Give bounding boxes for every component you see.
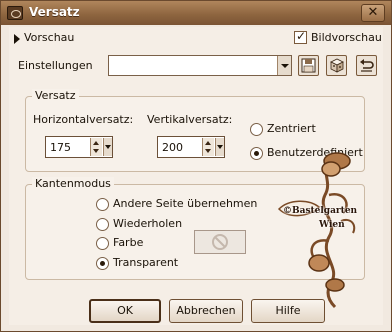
radio-wrap-other-side-label[interactable]: Andere Seite übernehmen <box>113 197 257 210</box>
offset-group-title: Versatz <box>32 89 79 102</box>
vertical-offset-label: Vertikalversatz: <box>147 113 233 126</box>
radio-transparent-label[interactable]: Transparent <box>113 256 178 269</box>
color-swatch <box>194 230 246 254</box>
radio-color[interactable] <box>96 237 109 250</box>
radio-repeat-label[interactable]: Wiederholen <box>113 217 182 230</box>
dialog-window: Versatz ✕ Vorschau Bildvorschau Einstell… <box>0 0 392 332</box>
randomize-button[interactable] <box>326 55 347 76</box>
settings-dropdown[interactable] <box>108 55 292 76</box>
window-title: Versatz <box>29 5 80 19</box>
save-icon <box>301 58 316 73</box>
horizontal-offset-stepper[interactable]: 175 <box>45 136 113 158</box>
watermark-line2: Wien <box>319 220 345 230</box>
vertical-offset-stepper[interactable]: 200 <box>157 136 225 158</box>
chevron-down-icon[interactable] <box>277 56 291 75</box>
spin-arrows-icon[interactable] <box>90 138 102 156</box>
title-bar[interactable]: Versatz ✕ <box>1 1 391 25</box>
cancel-button[interactable]: Abbrechen <box>169 299 243 323</box>
chevron-down-icon[interactable] <box>215 138 224 156</box>
radio-repeat[interactable] <box>96 218 109 231</box>
radio-transparent[interactable] <box>96 257 109 270</box>
radio-color-label[interactable]: Farbe <box>113 236 143 249</box>
close-button[interactable]: ✕ <box>361 4 385 22</box>
flower-ornament-icon <box>277 152 356 309</box>
watermark-line1: ©Bastelgarten <box>283 206 358 216</box>
save-preset-button[interactable] <box>298 55 319 76</box>
disabled-icon <box>212 234 228 250</box>
ok-button[interactable]: OK <box>89 299 161 323</box>
image-preview-checkbox[interactable] <box>294 29 307 44</box>
chevron-down-icon[interactable] <box>103 138 112 156</box>
reset-icon <box>360 59 374 72</box>
app-icon <box>7 6 23 20</box>
radio-wrap-other-side[interactable] <box>96 198 109 211</box>
preview-label[interactable]: Vorschau <box>24 31 74 44</box>
radio-centered-label[interactable]: Zentriert <box>267 122 316 135</box>
edge-mode-group-title: Kantenmodus <box>32 177 114 190</box>
spin-arrows-icon[interactable] <box>202 138 214 156</box>
image-preview-label[interactable]: Bildvorschau <box>311 31 382 44</box>
radio-centered[interactable] <box>250 123 263 136</box>
horizontal-offset-label: Horizontalversatz: <box>33 113 134 126</box>
help-button[interactable]: Hilfe <box>251 299 325 323</box>
horizontal-offset-value[interactable]: 175 <box>50 141 71 154</box>
reset-button[interactable] <box>356 55 377 76</box>
vertical-offset-value[interactable]: 200 <box>162 141 183 154</box>
settings-label: Einstellungen <box>18 59 93 72</box>
random-dice-icon <box>330 58 344 73</box>
expand-triangle-icon[interactable] <box>14 34 20 44</box>
